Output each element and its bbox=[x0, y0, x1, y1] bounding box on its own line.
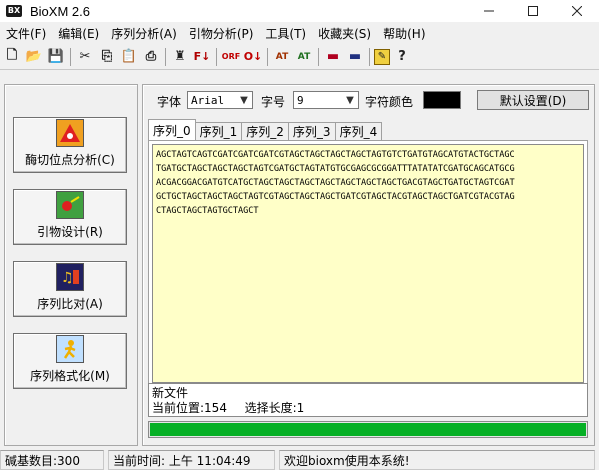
open-folder-icon[interactable]: 📂 bbox=[24, 47, 44, 67]
paste-icon[interactable]: 📋 bbox=[119, 47, 139, 67]
editor-frame: AGCTAGTCAGTCGATCGATCGATCGTAGCTAGCTAGCTAG… bbox=[148, 140, 588, 387]
flag-alt-icon[interactable]: ▬ bbox=[345, 47, 365, 67]
save-icon[interactable]: 💾 bbox=[46, 47, 66, 67]
tab-sequence-2[interactable]: 序列_2 bbox=[241, 122, 289, 140]
alignment-icon: ♫ bbox=[56, 263, 84, 291]
text-color-label: 字符颜色 bbox=[365, 95, 414, 109]
font-select-value: Arial bbox=[191, 93, 225, 107]
cursor-info: 当前位置:154 选择长度:1 bbox=[152, 401, 584, 416]
sequence-editor[interactable]: AGCTAGTCAGTCGATCGATCGATCGTAGCTAGCTAGCTAG… bbox=[152, 144, 584, 383]
font-label: 字体 bbox=[157, 95, 182, 109]
base-count: 碱基数目:300 bbox=[0, 450, 104, 470]
format-runner-icon bbox=[56, 335, 84, 363]
close-icon bbox=[572, 6, 582, 16]
sequence-line: AGCTAGTCAGTCGATCGATCGATCGTAGCTAGCTAGCTAG… bbox=[156, 150, 515, 160]
orf-icon[interactable]: ORF bbox=[221, 47, 241, 67]
welcome-message: 欢迎bioxm使用本系统! bbox=[279, 450, 595, 470]
new-file-icon[interactable]: 🗋 bbox=[2, 47, 22, 67]
sequence-format-button[interactable]: 序列格式化(M) bbox=[13, 333, 127, 389]
find-binoculars-icon[interactable]: ♜ bbox=[170, 47, 190, 67]
menu-primer-analysis[interactable]: 引物分析(P) bbox=[185, 25, 262, 42]
translate-icon[interactable]: AT bbox=[272, 47, 292, 67]
tab-sequence-3[interactable]: 序列_3 bbox=[287, 122, 336, 140]
complement-icon[interactable]: O↓ bbox=[243, 47, 263, 67]
copy-icon[interactable]: ⎘ bbox=[97, 47, 117, 67]
chevron-down-icon[interactable]: ▼ bbox=[342, 92, 358, 108]
window-title: BioXM 2.6 bbox=[30, 3, 90, 19]
menu-favorites[interactable]: 收藏夹(S) bbox=[314, 25, 379, 42]
sequence-line: CTAGCTAGCTAGTGCTAGCT bbox=[156, 206, 259, 216]
status-bar: 碱基数目:300 当前时间: 上午 11:04:49 欢迎bioxm使用本系统! bbox=[0, 450, 599, 470]
toolbar-separator bbox=[165, 47, 166, 66]
cut-icon[interactable]: ✂ bbox=[75, 47, 95, 67]
toolbar-separator bbox=[267, 47, 268, 66]
maximize-button[interactable] bbox=[511, 0, 555, 22]
position-label: 当前位置: bbox=[152, 401, 205, 415]
find-next-icon[interactable]: F↓ bbox=[192, 47, 212, 67]
sequence-tabs: 序列_0 序列_1 序列_2 序列_3 序列_4 bbox=[148, 119, 383, 140]
progress-bar bbox=[148, 421, 588, 438]
toolbar-separator bbox=[70, 47, 71, 66]
size-select-value: 9 bbox=[297, 93, 304, 107]
tab-sequence-0[interactable]: 序列_0 bbox=[148, 119, 196, 140]
position-value: 154 bbox=[204, 401, 227, 415]
progress-fill bbox=[150, 423, 586, 436]
minimize-icon bbox=[484, 10, 494, 12]
current-time: 当前时间: 上午 11:04:49 bbox=[108, 450, 275, 470]
size-select[interactable]: 9 ▼ bbox=[293, 91, 359, 109]
sequence-line: GCTGCTAGCTAGCTAGCTAGTCGTAGCTAGCTAGCTGATC… bbox=[156, 192, 515, 202]
chevron-down-icon[interactable]: ▼ bbox=[236, 92, 252, 108]
sequence-format-label: 序列格式化(M) bbox=[30, 369, 110, 383]
sequence-alignment-button[interactable]: ♫ 序列比对(A) bbox=[13, 261, 127, 317]
maximize-icon bbox=[528, 6, 538, 16]
window-controls bbox=[467, 0, 599, 22]
tab-sequence-4[interactable]: 序列_4 bbox=[334, 122, 383, 140]
title-bar: BX BioXM 2.6 bbox=[0, 0, 599, 22]
menu-tools[interactable]: 工具(T) bbox=[261, 25, 314, 42]
flag-icon[interactable]: ▬ bbox=[323, 47, 343, 67]
sequence-line: TGATGCTAGCTAGCTAGCTAGTCGATGCTAGTATGTGCGA… bbox=[156, 164, 515, 174]
menu-edit[interactable]: 编辑(E) bbox=[54, 25, 107, 42]
minimize-button[interactable] bbox=[467, 0, 511, 22]
tab-sequence-1[interactable]: 序列_1 bbox=[194, 122, 243, 140]
svg-text:♫: ♫ bbox=[61, 270, 74, 286]
editor-panel: 字体 Arial ▼ 字号 9 ▼ 字符颜色 默认设置(D) 序列_0 序列_1… bbox=[142, 84, 595, 446]
file-name: 新文件 bbox=[152, 386, 189, 400]
menu-file[interactable]: 文件(F) bbox=[2, 25, 54, 42]
notes-icon[interactable]: ✎ bbox=[374, 48, 390, 65]
selection-length-label: 选择长度: bbox=[244, 401, 297, 415]
help-cursor-icon[interactable]: ? bbox=[392, 47, 412, 67]
sequence-alignment-label: 序列比对(A) bbox=[37, 297, 103, 311]
enzyme-icon bbox=[56, 119, 84, 147]
menu-sequence-analysis[interactable]: 序列分析(A) bbox=[107, 25, 185, 42]
toolbar-separator bbox=[318, 47, 319, 66]
enzyme-site-analysis-button[interactable]: 酶切位点分析(C) bbox=[13, 117, 127, 173]
font-select[interactable]: Arial ▼ bbox=[187, 91, 253, 109]
selection-length-value: 1 bbox=[296, 401, 305, 415]
menu-help[interactable]: 帮助(H) bbox=[379, 25, 433, 42]
primer-design-label: 引物设计(R) bbox=[37, 225, 103, 239]
menu-bar: 文件(F) 编辑(E) 序列分析(A) 引物分析(P) 工具(T) 收藏夹(S)… bbox=[0, 24, 599, 42]
primer-icon bbox=[56, 191, 84, 219]
reverse-translate-icon[interactable]: AT bbox=[294, 47, 314, 67]
enzyme-site-analysis-label: 酶切位点分析(C) bbox=[25, 153, 115, 167]
toolbar-separator bbox=[369, 47, 370, 66]
app-logo-icon: BX bbox=[6, 5, 22, 17]
sequence-line: ACGACGGACGATGTCATGCTAGCTAGCTAGCTAGCTAGCT… bbox=[156, 178, 515, 188]
close-button[interactable] bbox=[555, 0, 599, 22]
print-icon[interactable]: ⎙ bbox=[141, 47, 161, 67]
default-settings-button[interactable]: 默认设置(D) bbox=[477, 90, 589, 110]
left-tool-panel: 酶切位点分析(C) 引物设计(R) ♫ 序列比对(A) 序列格式化(M) bbox=[4, 84, 138, 446]
primer-design-button[interactable]: 引物设计(R) bbox=[13, 189, 127, 245]
toolbar: 🗋 📂 💾 ✂ ⎘ 📋 ⎙ ♜ F↓ ORF O↓ AT AT ▬ ▬ ✎ ? bbox=[0, 44, 599, 70]
text-color-swatch[interactable] bbox=[423, 91, 461, 109]
size-label: 字号 bbox=[261, 95, 286, 109]
info-box: 新文件 当前位置:154 选择长度:1 bbox=[148, 383, 588, 417]
toolbar-separator bbox=[216, 47, 217, 66]
